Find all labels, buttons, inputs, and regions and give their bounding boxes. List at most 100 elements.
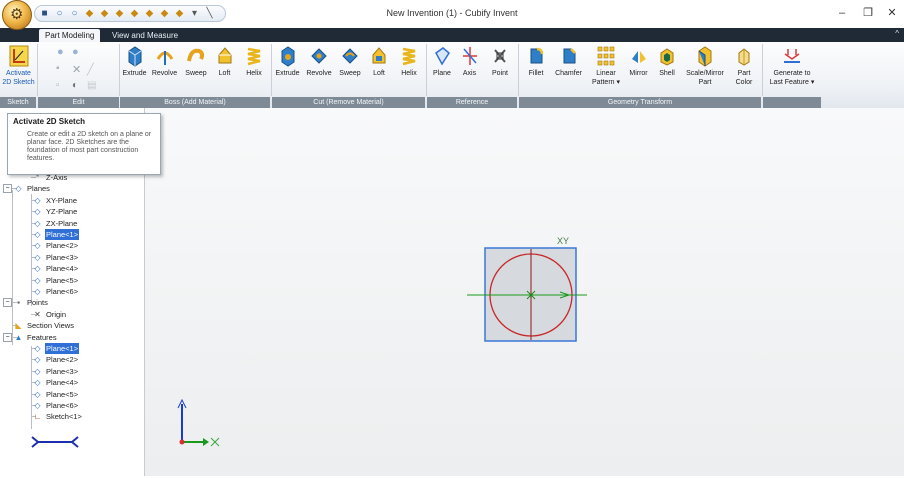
quick-access-icon[interactable]: ◆ <box>99 8 110 19</box>
maximize-button[interactable]: ❐ <box>858 4 878 22</box>
cut-extrude-button[interactable]: Extrude <box>272 45 303 78</box>
tree-item[interactable]: ◇ Plane<5> <box>0 389 144 400</box>
quick-access-icon[interactable]: ╲ <box>204 8 215 19</box>
tree-item[interactable]: ◇ Plane<3> <box>0 366 144 377</box>
scale-mirror-part-button[interactable]: Scale/Mirror Part <box>681 45 729 87</box>
copy-icon[interactable]: ▫ <box>56 80 60 91</box>
chamfer-button[interactable]: Chamfer <box>551 45 586 78</box>
reference-plane-button[interactable]: Plane <box>428 45 456 78</box>
tree-item[interactable]: ◇ Plane<1> <box>0 229 144 240</box>
quick-access-icon[interactable]: ○ <box>69 8 80 19</box>
modeling-viewport[interactable]: XY <box>145 108 904 476</box>
quick-access-icon[interactable]: ◆ <box>84 8 95 19</box>
part-color-label-line2: Color <box>735 79 753 86</box>
collapse-toggle-icon[interactable]: − <box>3 298 12 308</box>
cut-loft-button[interactable]: Loft <box>365 45 393 78</box>
tab-view-and-measure[interactable]: View and Measure <box>106 29 184 42</box>
tree-item[interactable]: − ▲ Features <box>0 332 144 343</box>
plane-icon: ◇ <box>34 401 41 410</box>
boss-sweep-button[interactable]: Sweep <box>181 45 211 78</box>
gear-icon: ⚙ <box>10 6 24 23</box>
cut-helix-icon <box>402 47 416 66</box>
tree-item[interactable]: ✕ Origin <box>0 309 144 320</box>
tree-item[interactable]: ◇ Plane<4> <box>0 263 144 274</box>
tree-item[interactable]: ◇ ZX-Plane <box>0 218 144 229</box>
cut-revolve-button[interactable]: Revolve <box>303 45 335 78</box>
cut-icon[interactable]: ▪ <box>56 63 60 74</box>
tree-item-label: Plane<1> <box>45 229 80 240</box>
activate-label-line2: 2D Sketch <box>2 79 35 86</box>
group-label-boss: Boss (Add Material) <box>120 97 270 108</box>
generate-icon <box>784 49 800 63</box>
tree-item[interactable]: ◇ Plane<2> <box>0 240 144 251</box>
tree-item[interactable]: ◇ Plane<6> <box>0 400 144 411</box>
linear-pattern-label-line2: Pattern ▾ <box>591 79 621 86</box>
tree-item[interactable]: ◇ YZ-Plane <box>0 206 144 217</box>
tree-item-label: Planes <box>27 184 50 194</box>
quick-access-icon[interactable]: ◆ <box>114 8 125 19</box>
mirror-icon <box>631 51 646 63</box>
mirror-button[interactable]: Mirror <box>624 45 653 78</box>
boss-revolve-button[interactable]: Revolve <box>149 45 180 78</box>
reference-point-button[interactable]: Point <box>484 45 516 78</box>
tree-item[interactable]: ◇ Plane<5> <box>0 275 144 286</box>
tree-item[interactable]: ◇ Plane<2> <box>0 354 144 365</box>
tree-item-label: Features <box>27 332 57 342</box>
fillet-button[interactable]: Fillet <box>522 45 550 78</box>
properties-icon[interactable]: ◐ <box>72 80 78 91</box>
plane-icon: ◇ <box>34 207 41 217</box>
boss-helix-label: Helix <box>246 70 262 77</box>
tree-item[interactable]: ◇ Plane<3> <box>0 252 144 263</box>
boss-loft-button[interactable]: Loft <box>211 45 238 78</box>
cut-sweep-button[interactable]: Sweep <box>335 45 365 78</box>
tree-item[interactable]: ◇ Plane<6> <box>0 286 144 297</box>
tree-item[interactable]: ◇ Plane<1> <box>0 343 144 354</box>
plane-icon: ◇ <box>34 275 41 285</box>
application-menu-button[interactable]: ⚙ <box>2 0 32 30</box>
quick-access-icon[interactable]: ○ <box>54 8 65 19</box>
boss-extrude-button[interactable]: Extrude <box>120 45 149 78</box>
tree-item-label: Plane<1> <box>45 343 80 354</box>
close-button[interactable]: ✕ <box>882 4 902 22</box>
shell-button[interactable]: Shell <box>654 45 680 78</box>
linear-pattern-button[interactable]: Linear Pattern ▾ <box>588 45 624 87</box>
tree-item[interactable]: − ▪ Points <box>0 297 144 308</box>
linear-pattern-label: Linear <box>596 70 616 77</box>
part-color-button[interactable]: Part Color <box>730 45 758 87</box>
tab-part-modeling[interactable]: Part Modeling <box>39 29 101 42</box>
paste-icon[interactable]: ▤ <box>87 80 96 91</box>
rename-icon[interactable]: ╱ <box>87 63 94 76</box>
tree-item-label: Plane<5> <box>46 275 79 285</box>
cut-helix-button[interactable]: Helix <box>393 45 425 78</box>
quick-access-icon[interactable]: ■ <box>39 8 50 19</box>
collapse-toggle-icon[interactable]: − <box>3 184 12 194</box>
tree-item[interactable]: ◇ XY-Plane <box>0 195 144 206</box>
quick-access-icon[interactable]: ◆ <box>129 8 140 19</box>
tree-item[interactable]: − ◇ Planes <box>0 183 144 194</box>
cut-extrude-label: Extrude <box>275 70 300 77</box>
delete-icon[interactable]: ✕ <box>72 63 81 76</box>
generate-to-last-feature-button[interactable]: Generate to Last Feature ▾ <box>764 45 820 87</box>
quick-access-icon[interactable]: ◆ <box>174 8 185 19</box>
quick-access-icon[interactable]: ▾ <box>189 8 200 19</box>
plane-icon: ◇ <box>34 264 41 274</box>
undo-icon[interactable]: ● <box>57 46 64 58</box>
quick-access-icon[interactable]: ◆ <box>144 8 155 19</box>
minimize-button[interactable]: – <box>832 4 852 22</box>
viewport-graphics[interactable]: XY <box>145 108 904 476</box>
tree-item[interactable]: ◣ Section Views <box>0 320 144 331</box>
shell-label: Shell <box>659 70 675 77</box>
tree-item[interactable]: ◇ Plane<4> <box>0 377 144 388</box>
quick-access-icon[interactable]: ◆ <box>159 8 170 19</box>
ribbon-collapse-icon[interactable]: ^ <box>895 29 899 38</box>
reference-axis-button[interactable]: Axis <box>457 45 482 78</box>
tree-item[interactable]: ∟ Sketch<1> <box>0 411 144 422</box>
sweep-icon <box>187 48 205 62</box>
activate-2d-sketch-button[interactable]: Activate 2D Sketch <box>2 45 35 87</box>
tree-item-label: Plane<2> <box>46 355 79 365</box>
collapse-toggle-icon[interactable]: − <box>3 332 12 342</box>
tree-item-label: Plane<4> <box>46 264 79 274</box>
redo-icon[interactable]: ● <box>72 46 79 58</box>
triad-origin <box>179 439 185 445</box>
boss-helix-button[interactable]: Helix <box>238 45 270 78</box>
